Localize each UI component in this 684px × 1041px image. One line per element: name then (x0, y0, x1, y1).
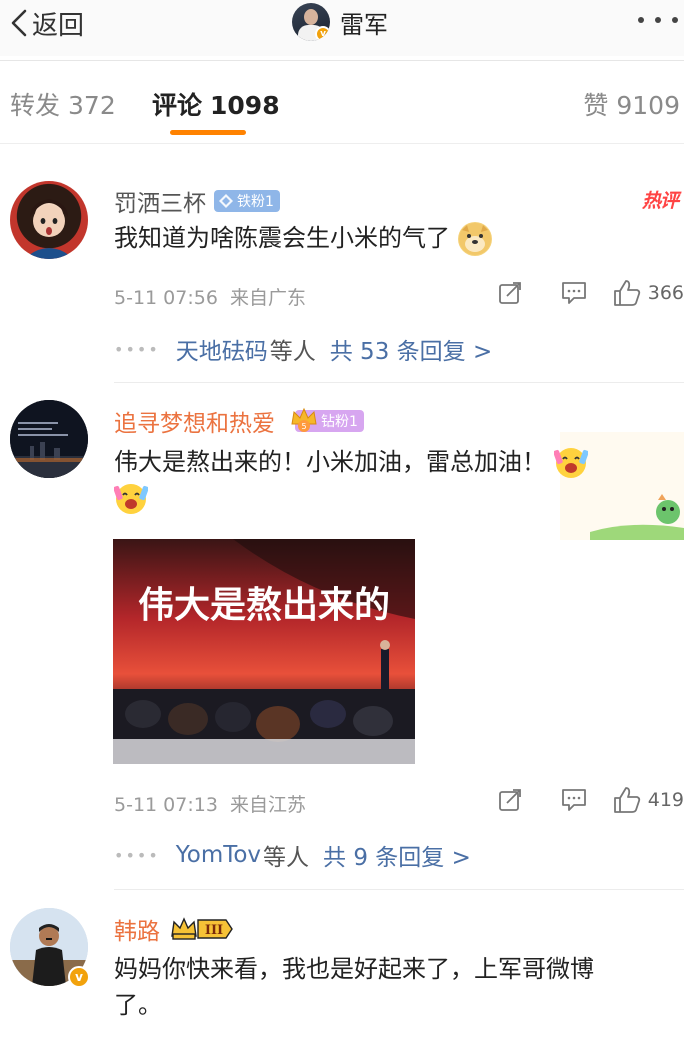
comment-text: 伟大是熬出来的！小米加油，雷总加油！ (113, 444, 624, 516)
reply-summary[interactable]: •••• YomTov 等人 共 9 条回复 > (114, 838, 471, 872)
more-options-icon[interactable] (638, 12, 678, 28)
comment-image[interactable]: 伟大是熬出来的 (113, 539, 415, 764)
comment-text-line: 妈妈你快来看，我也是好起来了，上军哥微博 (114, 955, 594, 983)
diamond-icon (219, 194, 233, 208)
view-replies-link[interactable]: 共 9 条回复 > (323, 838, 471, 872)
cheer-emoji-icon (552, 446, 589, 480)
fan-badge-label: 钻粉1 (321, 414, 358, 430)
cheer-emoji-icon (113, 482, 149, 516)
avatar[interactable] (10, 400, 88, 478)
back-label: 返回 (32, 10, 85, 41)
avatar-image (10, 400, 88, 478)
active-tab-indicator (170, 130, 246, 135)
hot-comment-tag: 热评 (641, 190, 679, 212)
comment-header: 罚洒三杯 铁粉1 (114, 184, 280, 218)
like-button[interactable]: 366 (612, 278, 684, 308)
vip-level-badge[interactable]: III (170, 916, 234, 942)
divider (114, 382, 684, 383)
divider (0, 143, 684, 144)
reply-users[interactable]: YomTov (176, 842, 261, 868)
divider (0, 60, 684, 61)
like-count: 366 (647, 282, 684, 304)
reply-etc: 等人 (269, 339, 316, 365)
tab-comments-count: 1098 (210, 91, 280, 120)
svg-text:III: III (205, 923, 223, 938)
dots-icon: •••• (114, 339, 160, 359)
tab-comments-label: 评论 (152, 91, 203, 120)
tab-likes[interactable]: 赞 9109 (583, 86, 680, 122)
share-icon (498, 789, 521, 811)
doge-emoji-icon (457, 222, 492, 256)
verified-icon: v (315, 26, 330, 41)
share-icon (498, 282, 521, 304)
comment-location: 来自江苏 (230, 794, 307, 816)
like-button[interactable]: 419 (612, 785, 684, 815)
crown-icon: III (171, 917, 233, 940)
reply-summary[interactable]: •••• 天地砝码 等人 共 53 条回复 > (114, 332, 492, 366)
comment-text-line: 了。 (114, 991, 162, 1019)
avatar[interactable] (10, 181, 88, 259)
comment-icon (561, 282, 586, 304)
back-button[interactable]: 返回 (8, 6, 85, 41)
comment-icon (561, 789, 586, 811)
comment-text: 妈妈你快来看，我也是好起来了，上军哥微博 了。 (114, 951, 674, 1023)
view-replies-link[interactable]: 共 53 条回复 > (330, 332, 492, 366)
comment-meta: 5-11 07:56 来自广东 (114, 283, 306, 310)
top-nav-bar: 返回 v 雷军 (0, 0, 684, 56)
image-caption: 伟大是熬出来的 (138, 585, 390, 626)
comment-header: 追寻梦想和热爱 5 钻粉1 (114, 404, 364, 438)
fan-badge-label: 铁粉1 (237, 194, 274, 210)
reply-button[interactable] (554, 276, 594, 310)
thumbs-up-icon (613, 280, 640, 306)
username[interactable]: 罚洒三杯 (114, 184, 206, 218)
comment-text-content: 伟大是熬出来的！小米加油，雷总加油！ (114, 448, 546, 476)
username[interactable]: 追寻梦想和热爱 (114, 404, 275, 438)
repost-button[interactable] (490, 783, 530, 817)
repost-button[interactable] (490, 276, 530, 310)
thumbs-up-icon (613, 787, 640, 813)
comment-header: 韩路 III (114, 912, 234, 946)
comment-actions: 419 (490, 783, 684, 817)
event-photo: 伟大是熬出来的 (113, 539, 415, 764)
comment-text: 我知道为啥陈震会生小米的气了 (114, 220, 492, 256)
reply-users[interactable]: 天地砝码 (176, 332, 268, 366)
comment-location: 来自广东 (230, 287, 307, 309)
username[interactable]: 韩路 (114, 912, 160, 946)
fan-badge[interactable]: 5 钻粉1 (291, 407, 364, 432)
tab-reposts-label: 转发 (10, 91, 61, 120)
tab-reposts-count: 372 (68, 91, 116, 120)
reply-button[interactable] (554, 783, 594, 817)
page-title: 雷军 (340, 10, 388, 39)
tab-comments[interactable]: 评论 1098 (152, 86, 280, 122)
fan-badge[interactable]: 铁粉1 (214, 190, 280, 212)
tab-likes-label: 赞 (583, 91, 609, 120)
comment-meta: 5-11 07:13 来自江苏 (114, 790, 306, 817)
tab-reposts[interactable]: 转发 372 (10, 86, 116, 122)
crown-icon: 5 (291, 407, 317, 432)
like-count: 419 (647, 789, 684, 811)
verified-icon: v (68, 966, 90, 988)
comment-text-content: 我知道为啥陈震会生小米的气了 (114, 224, 450, 252)
reply-etc: 等人 (263, 845, 310, 871)
comment-time: 5-11 07:56 (114, 287, 218, 309)
tab-bar: 转发 372 评论 1098 赞 9109 (0, 62, 684, 142)
tab-likes-count: 9109 (616, 91, 680, 120)
chevron-left-icon (11, 9, 27, 37)
dots-icon: •••• (114, 845, 160, 865)
avatar[interactable]: v (292, 3, 330, 41)
svg-text:5: 5 (301, 422, 306, 431)
page-title-group[interactable]: v 雷军 (292, 2, 388, 42)
comment-actions: 366 (490, 276, 684, 310)
avatar-image (24, 199, 74, 259)
comment-time: 5-11 07:13 (114, 794, 218, 816)
divider (114, 889, 684, 890)
